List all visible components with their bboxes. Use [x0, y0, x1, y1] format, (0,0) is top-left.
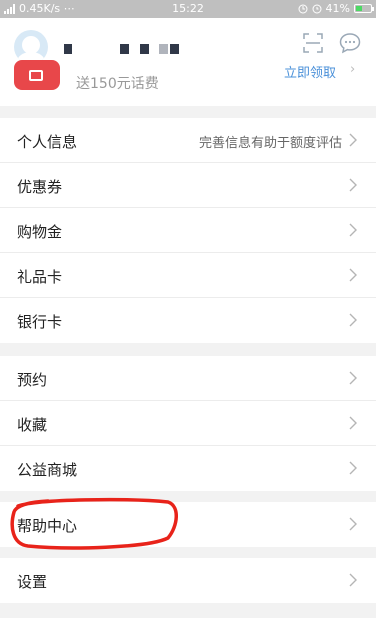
menu-item-help-center[interactable]: 帮助中心 — [0, 502, 376, 547]
menu-item-favorites[interactable]: 收藏 — [0, 401, 376, 446]
chevron-right-icon — [349, 178, 357, 192]
chevron-right-icon — [349, 461, 357, 475]
menu-item-label: 购物金 — [17, 223, 63, 241]
menu-item-bank-card[interactable]: 银行卡 — [0, 298, 376, 343]
alarm-icon — [298, 4, 308, 13]
menu-item-label: 个人信息 — [17, 133, 78, 151]
scan-icon[interactable] — [302, 32, 324, 54]
chevron-right-icon — [349, 416, 357, 430]
chevron-right-icon — [349, 313, 357, 327]
menu-group-activity: 预约 收藏 公益商城 — [0, 356, 376, 491]
chevron-right-icon — [349, 268, 357, 282]
status-bar: 0.45K/s ⋯ 15:22 41% — [0, 0, 376, 18]
battery-percent: 41% — [325, 2, 350, 15]
menu-item-personal-info[interactable]: 个人信息 完善信息有助于额度评估 — [0, 118, 376, 163]
menu-group-help: 帮助中心 — [0, 502, 376, 547]
menu-item-label: 优惠券 — [17, 178, 63, 196]
menu-group-settings: 设置 — [0, 558, 376, 603]
promo-claim-link[interactable]: 立即领取 — [284, 62, 336, 81]
menu-item-shopping-credit[interactable]: 购物金 — [0, 208, 376, 253]
chevron-right-icon — [349, 517, 357, 531]
chevron-right-icon — [349, 573, 357, 587]
red-card-icon — [14, 60, 60, 90]
menu-item-reservation[interactable]: 预约 — [0, 356, 376, 401]
promo-text: 送150元话费 — [76, 76, 159, 92]
chevron-right-icon — [349, 371, 357, 385]
menu-item-gift-card[interactable]: 礼品卡 — [0, 253, 376, 298]
menu-item-label: 预约 — [17, 371, 48, 389]
chevron-right-icon — [349, 133, 357, 147]
avatar[interactable] — [14, 30, 48, 64]
chevron-right-icon — [349, 223, 357, 237]
menu-item-label: 收藏 — [17, 416, 48, 434]
menu-item-coupons[interactable]: 优惠券 — [0, 163, 376, 208]
menu-item-label: 银行卡 — [17, 313, 63, 331]
menu-item-label: 礼品卡 — [17, 268, 63, 286]
chevron-right-icon: › — [350, 62, 356, 77]
chat-bubble-icon[interactable] — [339, 32, 361, 54]
menu-item-label: 帮助中心 — [17, 517, 78, 535]
menu-group-account: 个人信息 完善信息有助于额度评估 优惠券 购物金 礼品卡 银行卡 — [0, 118, 376, 343]
menu-item-hint: 完善信息有助于额度评估 — [198, 136, 342, 151]
menu-item-label: 公益商城 — [17, 461, 78, 479]
battery-icon — [354, 4, 374, 13]
menu-item-charity-mall[interactable]: 公益商城 — [0, 446, 376, 491]
profile-header: 送150元话费 立即领取 › — [0, 18, 376, 106]
menu-item-settings[interactable]: 设置 — [0, 558, 376, 603]
clock-icon — [312, 4, 322, 13]
menu-item-label: 设置 — [17, 573, 48, 591]
